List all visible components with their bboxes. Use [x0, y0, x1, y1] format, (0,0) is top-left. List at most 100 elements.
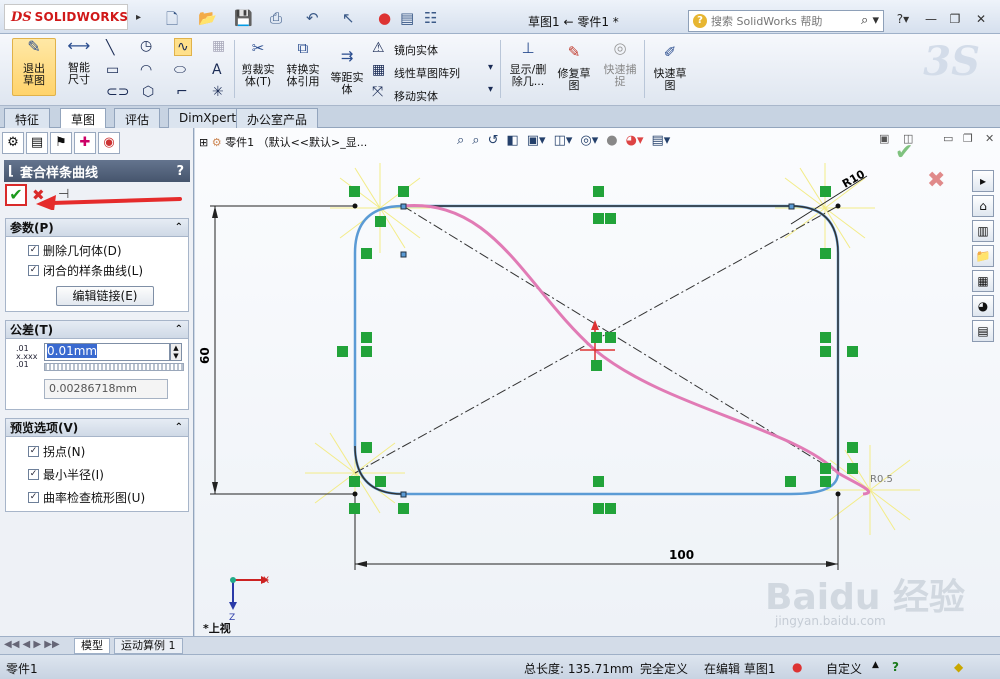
relation-icon[interactable] [398, 186, 409, 197]
text-icon[interactable]: A [212, 62, 222, 78]
preview-header[interactable]: 预览选项(V) ⌃ [6, 419, 188, 437]
relation-icon[interactable] [361, 442, 372, 453]
appearance-icon[interactable]: ◉ [98, 132, 120, 154]
help-button[interactable]: ? [176, 164, 184, 179]
delete-geometry-checkbox[interactable]: ✓ [28, 244, 39, 256]
relation-icon[interactable] [593, 503, 604, 514]
construction-line[interactable] [402, 205, 839, 474]
solidworks-logo[interactable]: DS SOLIDWORKS ▸ [4, 4, 141, 30]
relation-icon[interactable] [820, 463, 831, 474]
rebuild-light-icon[interactable]: ● [792, 660, 802, 674]
slot-icon[interactable]: ⊂⊃ [106, 84, 129, 100]
help-menu-icon[interactable]: ?▾ [894, 12, 912, 28]
tab-model[interactable]: 模型 [74, 638, 110, 654]
chevron-up-icon[interactable]: ⌃ [175, 419, 183, 437]
tab-motion-study[interactable]: 运动算例 1 [114, 638, 183, 654]
min-radius-checkbox[interactable]: ✓ [28, 468, 39, 480]
relation-icon[interactable] [605, 213, 616, 224]
delete-geometry-row[interactable]: ✓ 删除几何体(D) [6, 240, 188, 260]
trim-button[interactable]: ✂ 剪裁实体(T) [238, 40, 278, 88]
grid-icon[interactable]: ▦ [212, 38, 225, 54]
options-icon[interactable]: ☷ [424, 9, 437, 27]
edit-link-button[interactable]: 编辑链接(E) [56, 286, 154, 306]
spline-handle[interactable] [400, 251, 407, 258]
relation-icon[interactable] [593, 476, 604, 487]
tolerance-header[interactable]: 公差(T) ⌃ [6, 321, 188, 339]
dropdown-arrow-icon[interactable]: ▾ [488, 84, 493, 95]
circle-icon[interactable]: ◷ [140, 38, 152, 54]
relation-icon[interactable] [847, 442, 858, 453]
spin-buttons[interactable]: ▲ ▼ [170, 343, 182, 361]
search-icon[interactable]: ⌕ ▾ [861, 13, 879, 28]
relation-icon[interactable] [820, 332, 831, 343]
tab-sketch[interactable]: 草图 [60, 108, 107, 128]
relation-icon[interactable] [820, 476, 831, 487]
tolerance-slider[interactable] [44, 363, 184, 371]
relation-icon[interactable] [593, 186, 604, 197]
fillet-icon[interactable]: ⌐ [176, 84, 188, 100]
relation-icon[interactable] [361, 346, 372, 357]
relation-icon[interactable] [785, 476, 796, 487]
closed-spline-row[interactable]: ✓ 闭合的样条曲线(L) [6, 260, 188, 280]
tolerance-input[interactable]: 0.01mm [44, 343, 170, 361]
relation-icon[interactable] [361, 248, 372, 259]
move-entities-label[interactable]: 移动实体 [394, 88, 438, 104]
quick-snap-button[interactable]: ◎ 快速捕捉 [600, 40, 640, 88]
linear-pattern-label[interactable]: 线性草图阵列 [394, 65, 460, 81]
print-icon[interactable]: ⎙ [270, 9, 282, 27]
minimize-icon[interactable]: — [922, 12, 940, 28]
sketch-point[interactable] [352, 491, 358, 497]
mirror-icon[interactable]: ⚠ [372, 40, 385, 56]
dropdown-arrow-icon[interactable]: ▾ [488, 62, 493, 73]
rebuild-light-icon[interactable]: ● [378, 9, 391, 27]
appearances-icon[interactable]: ◕ [972, 295, 994, 317]
dimension-60[interactable]: 60 [198, 347, 212, 364]
units-arrow-icon[interactable]: ▲ [872, 660, 879, 670]
tab-features[interactable]: 特征 [4, 108, 51, 128]
relation-icon[interactable] [375, 476, 386, 487]
help-search-box[interactable]: ? ⌕ ▾ [688, 10, 884, 32]
custom-props-icon[interactable]: ▤ [972, 320, 994, 342]
ellipse-icon[interactable]: ⬭ [174, 62, 186, 78]
ok-button[interactable]: ✔ [5, 184, 27, 206]
relation-icon[interactable] [847, 346, 858, 357]
inflection-checkbox[interactable]: ✓ [28, 445, 39, 457]
design-library-icon[interactable]: ▥ [972, 220, 994, 242]
convert-entities-button[interactable]: ⧉ 转换实体引用 [282, 40, 324, 88]
confirm-cancel-icon[interactable]: ✖ [927, 168, 945, 193]
mirror-entities-label[interactable]: 镜向实体 [394, 42, 438, 58]
save-icon[interactable]: 💾 [234, 9, 253, 27]
relation-icon[interactable] [349, 503, 360, 514]
relation-icon[interactable] [398, 503, 409, 514]
smart-dimension-button[interactable]: ⟷ 智能尺寸 [58, 38, 100, 86]
relation-icon[interactable] [337, 346, 348, 357]
min-radius-row[interactable]: ✓ 最小半径(I) [6, 464, 188, 484]
file-props-icon[interactable]: ▤ [400, 9, 414, 27]
spline-handle[interactable] [400, 491, 407, 498]
rectangle-icon[interactable]: ▭ [106, 62, 119, 78]
sketch-point[interactable] [835, 491, 841, 497]
spline-handle[interactable] [400, 203, 407, 210]
linear-pattern-icon[interactable]: ▦ [372, 62, 385, 78]
open-folder-icon[interactable]: 📂 [198, 9, 217, 27]
help-search-input[interactable] [711, 14, 851, 28]
relation-icon[interactable] [820, 346, 831, 357]
offset-entities-button[interactable]: ⇉ 等距实体 [328, 48, 366, 96]
status-custom[interactable]: 自定义 [826, 660, 862, 677]
dimension-r05[interactable]: R0.5 [870, 474, 893, 485]
relation-icon[interactable] [349, 476, 360, 487]
task-pane-expand-icon[interactable]: ▸ [972, 170, 994, 192]
confirm-check-icon[interactable]: ✔ [895, 140, 913, 165]
move-icon[interactable]: ⤧ [372, 84, 383, 100]
restore-icon[interactable]: ❐ [946, 12, 964, 28]
relation-icon[interactable] [591, 332, 602, 343]
spline-icon[interactable]: ∿ [174, 38, 192, 56]
chevron-up-icon[interactable]: ⌃ [175, 219, 183, 237]
tab-evaluate[interactable]: 评估 [114, 108, 161, 128]
line-icon[interactable]: ╲ [106, 40, 114, 56]
config-manager-icon[interactable]: ⚑ [50, 132, 72, 154]
curvature-row[interactable]: ✓ 曲率检查梳形图(U) [6, 487, 188, 507]
sketch-point[interactable] [352, 203, 358, 209]
relation-icon[interactable] [361, 332, 372, 343]
relation-icon[interactable] [847, 463, 858, 474]
